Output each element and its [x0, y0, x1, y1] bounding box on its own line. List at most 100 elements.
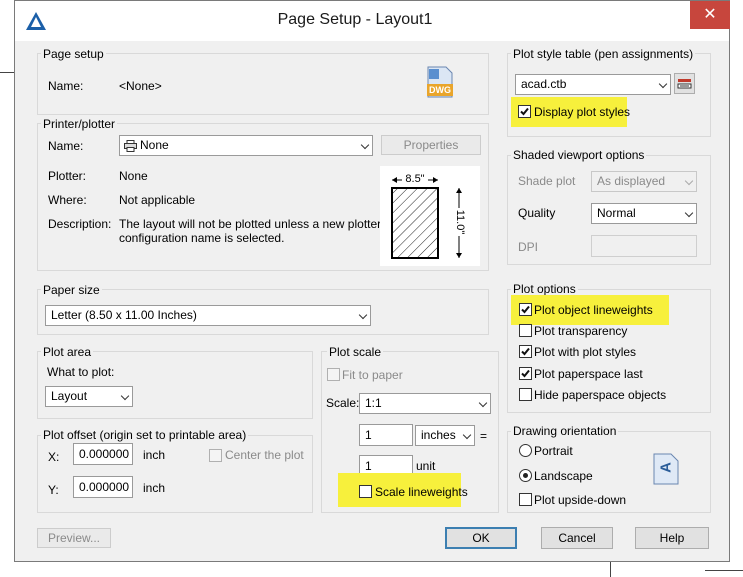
- quality-label: Quality: [518, 206, 556, 220]
- description-line-1: The layout will not be plotted unless a …: [119, 217, 382, 231]
- paper-height-label: 11.0": [454, 208, 466, 236]
- chevron-down-icon: [462, 430, 472, 440]
- cancel-button[interactable]: Cancel: [541, 527, 613, 549]
- plot-paperspace-last-checkbox[interactable]: [519, 367, 532, 380]
- radio-selected-dot: [523, 473, 528, 478]
- printer-name-label: Name:: [48, 139, 84, 153]
- shade-plot-label: Shade plot: [518, 174, 576, 188]
- scale-unit-value: inches: [421, 428, 456, 442]
- plot-scale-group-label: Plot scale: [327, 345, 384, 359]
- chevron-down-icon: [358, 310, 368, 320]
- printer-name-value: None: [140, 138, 169, 152]
- description-label: Description:: [48, 217, 112, 231]
- plot-object-lineweights-label: Plot object lineweights: [534, 303, 653, 317]
- ok-button[interactable]: OK: [445, 527, 517, 549]
- dpi-input[interactable]: [591, 235, 697, 257]
- page-setup-group-label: Page setup: [41, 47, 106, 61]
- dwg-badge-text: DWG: [429, 85, 451, 95]
- orientation-preview-icon: A: [653, 453, 679, 485]
- scale-unit-select[interactable]: inches: [415, 425, 475, 446]
- scale-value-1-input[interactable]: 1: [359, 424, 413, 446]
- checkmark-icon: [521, 347, 530, 356]
- scale-lineweights-checkbox[interactable]: [359, 485, 372, 498]
- plot-with-plot-styles-checkbox[interactable]: [519, 345, 532, 358]
- plot-upside-down-label: Plot upside-down: [534, 493, 627, 507]
- chevron-down-icon: [658, 79, 668, 89]
- dpi-label: DPI: [518, 240, 539, 254]
- shaded-viewport-group-label: Shaded viewport options: [511, 148, 647, 162]
- scale-value: 1:1: [365, 396, 382, 410]
- background-line: [0, 72, 14, 73]
- plot-transparency-checkbox[interactable]: [519, 324, 532, 337]
- offset-y-label: Y:: [48, 483, 59, 497]
- landscape-radio[interactable]: [519, 469, 532, 482]
- title-bar[interactable]: Page Setup - Layout1 ✕: [15, 1, 730, 41]
- paper-preview: 8.5" 11.0": [380, 166, 480, 266]
- properties-button[interactable]: Properties: [381, 135, 481, 155]
- portrait-radio[interactable]: [519, 444, 532, 457]
- offset-x-unit: inch: [143, 448, 166, 462]
- plot-paperspace-last-label: Plot paperspace last: [534, 367, 643, 381]
- paper-size-value: Letter (8.50 x 11.00 Inches): [51, 308, 197, 322]
- printer-icon: [124, 140, 137, 152]
- plot-style-table-group-label: Plot style table (pen assignments): [511, 47, 696, 61]
- chevron-down-icon: [684, 176, 694, 186]
- plot-transparency-label: Plot transparency: [534, 324, 628, 338]
- chevron-down-icon: [360, 140, 370, 150]
- preview-button[interactable]: Preview...: [37, 528, 111, 548]
- dwg-file-icon: DWG: [425, 65, 455, 99]
- center-the-plot-checkbox[interactable]: [209, 449, 222, 462]
- portrait-label: Portrait: [534, 444, 573, 458]
- plot-object-lineweights-checkbox[interactable]: [519, 303, 532, 316]
- page-setup-group: [37, 53, 489, 115]
- help-button[interactable]: Help: [635, 527, 709, 549]
- shade-plot-select[interactable]: As displayed: [591, 171, 697, 192]
- plot-options-group-label: Plot options: [511, 282, 578, 296]
- checkmark-icon: [521, 305, 530, 314]
- plot-upside-down-checkbox[interactable]: [519, 493, 532, 506]
- page-setup-name-label: Name:: [48, 79, 84, 93]
- plot-area-group-label: Plot area: [41, 345, 94, 359]
- paper-size-select[interactable]: Letter (8.50 x 11.00 Inches): [45, 305, 371, 326]
- edit-plot-style-button[interactable]: [674, 73, 695, 94]
- display-plot-styles-label: Display plot styles: [534, 105, 631, 119]
- close-button[interactable]: ✕: [690, 1, 730, 29]
- offset-x-label: X:: [48, 450, 60, 464]
- center-the-plot-label: Center the plot: [225, 448, 304, 462]
- where-label: Where:: [48, 193, 87, 207]
- fit-to-paper-checkbox[interactable]: [327, 368, 340, 381]
- chevron-down-icon: [684, 208, 694, 218]
- plot-with-plot-styles-label: Plot with plot styles: [534, 345, 637, 359]
- description-line-2: configuration name is selected.: [119, 231, 285, 245]
- printer-name-select[interactable]: None: [119, 135, 373, 156]
- what-to-plot-select[interactable]: Layout: [45, 386, 133, 407]
- checkmark-icon: [521, 369, 530, 378]
- scale-select[interactable]: 1:1: [359, 393, 491, 414]
- paper-width-label: 8.5": [402, 173, 428, 185]
- display-plot-styles-checkbox[interactable]: [518, 105, 531, 118]
- plotter-value: None: [119, 169, 148, 183]
- checkmark-icon: [520, 107, 529, 116]
- equals-sign: =: [480, 429, 488, 443]
- hide-paperspace-objects-label: Hide paperspace objects: [534, 388, 667, 402]
- plot-style-table-value: acad.ctb: [521, 77, 567, 91]
- scale-label: Scale:: [326, 396, 360, 410]
- offset-y-unit: inch: [143, 481, 166, 495]
- plot-style-table-select[interactable]: acad.ctb: [515, 74, 671, 95]
- window-title: Page Setup - Layout1: [277, 11, 433, 28]
- where-value: Not applicable: [119, 193, 196, 207]
- what-to-plot-value: Layout: [51, 389, 88, 403]
- chevron-down-icon: [478, 398, 488, 408]
- scale-unit-2-label: unit: [416, 459, 436, 473]
- offset-x-input[interactable]: 0.000000: [73, 443, 133, 465]
- offset-y-input[interactable]: 0.000000: [73, 476, 133, 498]
- page-setup-dialog: Page Setup - Layout1 ✕ Page setup Name: …: [14, 0, 730, 562]
- orientation-letter: A: [657, 462, 675, 473]
- what-to-plot-label: What to plot:: [47, 365, 115, 379]
- quality-value: Normal: [597, 206, 636, 220]
- plot-offset-group-label: Plot offset (origin set to printable are…: [41, 428, 249, 442]
- hide-paperspace-objects-checkbox[interactable]: [519, 388, 532, 401]
- paper-size-group-label: Paper size: [41, 283, 102, 297]
- pen-table-icon: [677, 79, 692, 89]
- quality-select[interactable]: Normal: [591, 203, 697, 224]
